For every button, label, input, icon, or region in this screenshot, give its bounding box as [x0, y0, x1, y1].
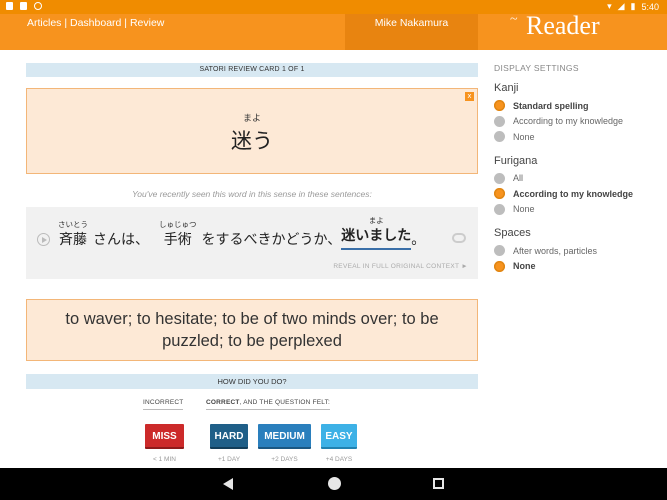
option-standard-spelling[interactable]: Standard spelling [494, 98, 664, 114]
miss-button[interactable]: MISS [145, 424, 184, 449]
option-label: None [513, 261, 536, 272]
word-base: 手術 [163, 232, 192, 248]
word-base: 斉藤 [59, 232, 87, 248]
circle-icon [34, 2, 42, 10]
close-icon[interactable]: x [465, 92, 474, 101]
easy-interval: +4 DAYS [325, 456, 353, 463]
radio-selected-icon [494, 188, 505, 200]
wifi-icon: ▾ [607, 1, 612, 11]
correct-label: CORRECT, AND THE QUESTION FELT: [206, 399, 331, 410]
radio-icon [494, 172, 505, 184]
radio-icon [494, 245, 505, 257]
logo-text: Reader [526, 11, 600, 40]
miss-interval: < 1 MIN [153, 456, 176, 463]
logo-mark-icon: ~ [510, 12, 518, 27]
example-sentence: さいとう斉藤 さんは、 しゅじゅつ手術 をするべきかどうか、 まよ 迷いました 。 [58, 215, 425, 250]
status-icons-left [6, 2, 42, 10]
battery-icon: ▮ [630, 1, 636, 11]
system-nav-bar [0, 468, 667, 500]
review-word: 迷う [231, 129, 273, 153]
status-icons-right: ▾ ◢ ▮ 5:40 [607, 1, 659, 12]
app-logo[interactable]: ~ Reader [510, 8, 600, 44]
medium-interval: +2 DAYS [271, 456, 298, 463]
radio-selected-icon [494, 100, 505, 112]
option-label: According to my knowledge [513, 188, 634, 199]
group-title: Kanji [494, 82, 519, 94]
sentence-word[interactable]: さいとう 斉藤 [58, 219, 88, 250]
back-icon[interactable] [223, 478, 233, 490]
word-base: 迷いました [341, 226, 412, 250]
nav-separator: | [121, 17, 130, 29]
option-label: Standard spelling [513, 100, 589, 111]
sentence-target-word[interactable]: まよ 迷いました [341, 215, 412, 250]
option-spaces-none[interactable]: None [494, 259, 664, 275]
furigana: さいとう [58, 220, 88, 229]
grading-title: HOW DID YOU DO? [26, 374, 478, 389]
sentence-word[interactable]: をするべきかどうか、 [202, 230, 342, 250]
radio-icon [494, 131, 505, 143]
option-label: After words, particles [513, 245, 598, 256]
recent-note: You've recently seen this word in this s… [132, 189, 372, 199]
sentence-word: 。 [411, 230, 425, 250]
word-base: 。 [411, 232, 426, 248]
nav-dashboard[interactable]: Dashboard [70, 17, 121, 29]
user-menu[interactable]: Mike Nakamura [345, 14, 478, 50]
card-title: SATORI REVIEW CARD 1 OF 1 [26, 63, 478, 77]
app-header: Articles | Dashboard | Review Mike Nakam… [0, 11, 667, 50]
furigana: しゅじゅつ [159, 220, 197, 229]
grading-panel: INCORRECT CORRECT, AND THE QUESTION FELT… [26, 389, 478, 469]
word-card: x まよ 迷う [26, 88, 478, 174]
option-kanji-knowledge[interactable]: According to my knowledge [494, 114, 664, 130]
settings-title: DISPLAY SETTINGS [494, 63, 579, 73]
status-time: 5:40 [641, 1, 659, 12]
home-icon[interactable] [328, 477, 341, 490]
link-icon[interactable] [452, 233, 466, 243]
nav-articles[interactable]: Articles [27, 17, 61, 29]
option-furigana-none[interactable]: None [494, 202, 664, 218]
radio-selected-icon [494, 260, 505, 272]
recents-icon[interactable] [433, 478, 444, 489]
group-title: Spaces [494, 227, 531, 239]
group-title: Furigana [494, 154, 538, 167]
nav-separator: | [61, 17, 70, 29]
definition: to waver; to hesitate; to be of two mind… [26, 299, 478, 361]
nav-review[interactable]: Review [130, 17, 164, 29]
furigana: まよ [368, 216, 384, 225]
option-label: None [513, 131, 535, 142]
radio-icon [494, 115, 505, 127]
incorrect-label: INCORRECT [143, 399, 184, 410]
sentence-word[interactable]: さんは、 [93, 230, 149, 250]
top-nav: Articles | Dashboard | Review [27, 17, 164, 29]
correct-label-rest: , AND THE QUESTION FELT: [239, 399, 331, 406]
correct-label-bold: CORRECT [206, 399, 240, 406]
hard-button[interactable]: HARD [210, 424, 248, 449]
radio-icon [494, 203, 505, 215]
hard-interval: +1 DAY [217, 456, 241, 463]
medium-button[interactable]: MEDIUM [258, 424, 311, 449]
option-label: According to my knowledge [513, 116, 624, 127]
user-name: Mike Nakamura [374, 17, 449, 29]
option-label: All [513, 173, 524, 184]
word-base: をするべきかどうか、 [201, 232, 342, 248]
kanji-settings: Kanji Standard spelling According to my … [494, 82, 664, 145]
spaces-settings: Spaces After words, particles None [494, 227, 664, 274]
option-spaces-after-words[interactable]: After words, particles [494, 243, 664, 259]
option-furigana-all[interactable]: All [494, 171, 664, 187]
display-settings: DISPLAY SETTINGS Kanji Standard spelling… [494, 63, 664, 284]
review-main: SATORI REVIEW CARD 1 OF 1 x まよ 迷う You've… [26, 63, 478, 469]
option-furigana-knowledge[interactable]: According to my knowledge [494, 186, 664, 202]
a-icon [6, 2, 13, 10]
word-base: さんは、 [93, 232, 149, 248]
sentence-word[interactable]: しゅじゅつ 手術 [159, 219, 197, 250]
option-label: None [513, 204, 535, 215]
furigana-settings: Furigana All According to my knowledge N… [494, 155, 664, 218]
option-kanji-none[interactable]: None [494, 129, 664, 145]
example-sentence-box: さいとう斉藤 さんは、 しゅじゅつ手術 をするべきかどうか、 まよ 迷いました 。… [26, 207, 478, 279]
play-audio-icon[interactable] [37, 233, 50, 246]
word-reading: まよ [242, 114, 261, 124]
sim-icon [20, 2, 27, 10]
easy-button[interactable]: EASY [321, 424, 357, 449]
reveal-context-link[interactable]: REVEAL IN FULL ORIGINAL CONTEXT ► [333, 263, 468, 270]
signal-icon: ◢ [617, 1, 625, 11]
